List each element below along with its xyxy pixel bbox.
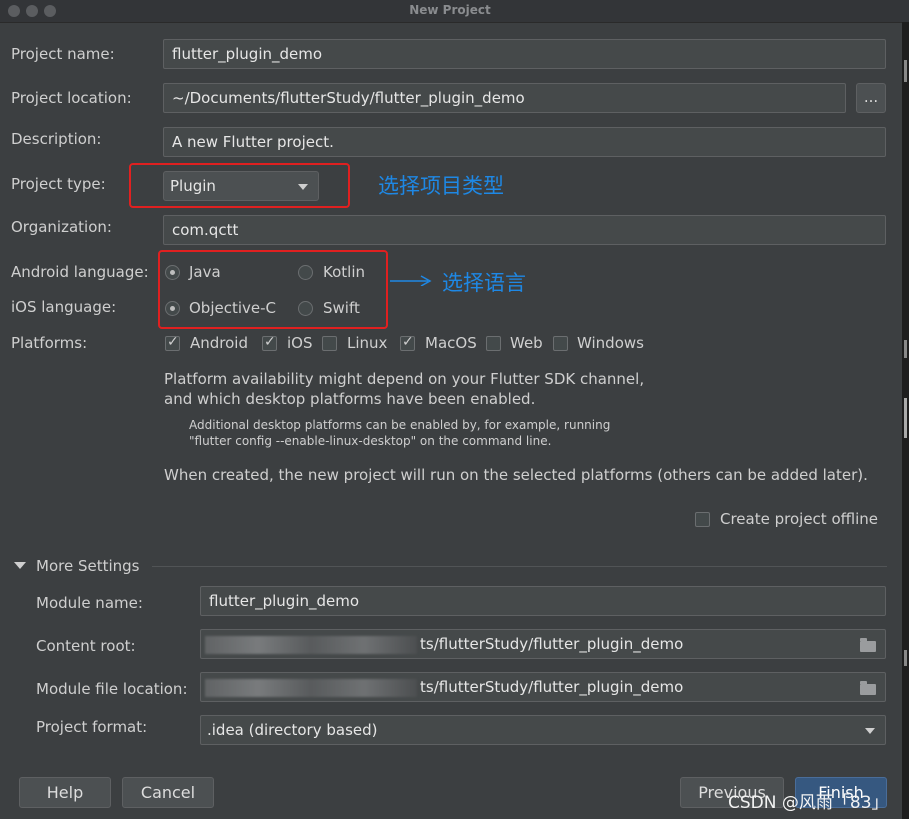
project-name-label: Project name:: [11, 45, 115, 63]
project-name-input[interactable]: flutter_plugin_demo: [163, 39, 886, 69]
edge-tick: [904, 650, 907, 666]
module-name-label: Module name:: [36, 594, 143, 612]
availability-text-line2: and which desktop platforms have been en…: [164, 390, 536, 408]
create-offline-checkbox[interactable]: [695, 512, 710, 527]
cancel-button[interactable]: Cancel: [122, 777, 214, 808]
android-language-label: Android language:: [11, 263, 149, 281]
web-checkbox[interactable]: [486, 336, 501, 351]
platforms-label: Platforms:: [11, 334, 88, 352]
ios-checkbox-label: iOS: [287, 334, 313, 352]
chevron-down-icon: [865, 728, 875, 734]
when-created-text: When created, the new project will run o…: [164, 466, 868, 484]
module-file-location-label: Module file location:: [36, 680, 188, 698]
availability-text-line1: Platform availability might depend on yo…: [164, 370, 645, 388]
project-format-label: Project format:: [36, 718, 148, 736]
linux-checkbox-label: Linux: [347, 334, 388, 352]
organization-label: Organization:: [11, 218, 112, 236]
android-checkbox-label: Android: [190, 334, 248, 352]
edge-tick: [904, 60, 907, 82]
linux-checkbox[interactable]: [322, 336, 337, 351]
project-type-label: Project type:: [11, 175, 106, 193]
csdn-watermark: CSDN @风雨「83」: [728, 793, 889, 813]
ios-language-label: iOS language:: [11, 298, 117, 316]
edge-tick: [904, 340, 907, 358]
macos-checkbox[interactable]: [400, 334, 415, 351]
ios-checkbox[interactable]: [262, 334, 277, 351]
edge-tick: [904, 398, 907, 438]
content-root-label: Content root:: [36, 637, 136, 655]
more-settings-divider: [152, 566, 887, 567]
project-type-highlight-box: [129, 163, 350, 208]
description-input[interactable]: A new Flutter project.: [163, 127, 886, 157]
project-location-input[interactable]: ~/Documents/flutterStudy/flutter_plugin_…: [163, 83, 846, 113]
project-format-value: .idea (directory based): [207, 721, 378, 739]
additional-platforms-line1: Additional desktop platforms can be enab…: [189, 418, 611, 432]
additional-platforms-line2: "flutter config --enable-linux-desktop" …: [189, 434, 552, 448]
project-location-label: Project location:: [11, 89, 132, 107]
browse-location-button[interactable]: ...: [856, 83, 886, 113]
title-bar: New Project: [0, 0, 909, 23]
windows-checkbox[interactable]: [553, 336, 568, 351]
description-label: Description:: [11, 130, 102, 148]
web-checkbox-label: Web: [510, 334, 543, 352]
window-title: New Project: [409, 3, 491, 17]
create-offline-label: Create project offline: [720, 510, 879, 528]
android-checkbox[interactable]: [165, 334, 180, 351]
project-type-annotation: 选择项目类型: [378, 174, 504, 198]
more-settings-toggle[interactable]: More Settings: [36, 557, 139, 575]
organization-input[interactable]: com.qctt: [163, 215, 886, 245]
language-highlight-box: [158, 250, 388, 329]
help-button[interactable]: Help: [19, 777, 111, 808]
folder-icon[interactable]: [860, 638, 876, 652]
module-name-input[interactable]: flutter_plugin_demo: [200, 586, 886, 616]
redacted-path-blur: [205, 679, 417, 697]
triangle-down-icon[interactable]: [14, 562, 26, 570]
macos-checkbox-label: MacOS: [425, 334, 477, 352]
windows-checkbox-label: Windows: [577, 334, 644, 352]
language-annotation: 选择语言: [442, 271, 526, 295]
redacted-path-blur: [205, 636, 417, 654]
project-format-select[interactable]: .idea (directory based): [200, 715, 886, 745]
arrow-right-icon: [390, 275, 432, 286]
folder-icon[interactable]: [860, 681, 876, 695]
